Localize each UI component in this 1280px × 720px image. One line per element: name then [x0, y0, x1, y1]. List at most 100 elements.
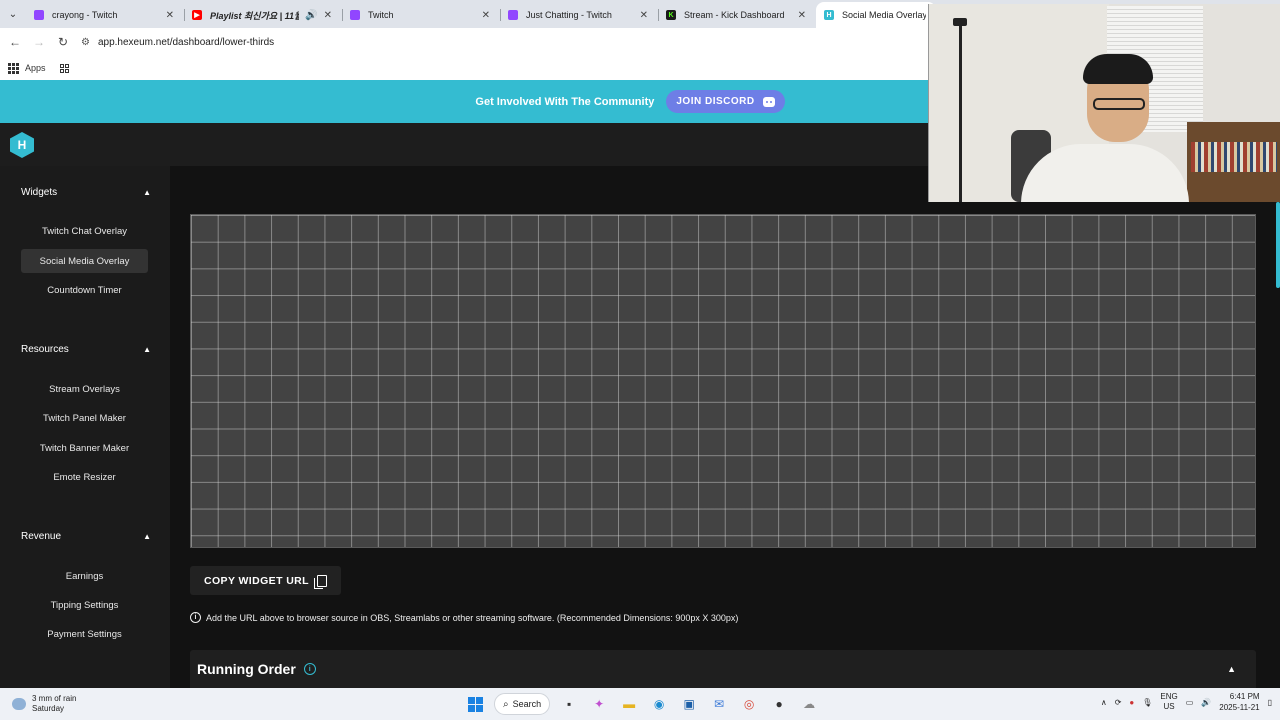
- apps-grid-icon[interactable]: [8, 62, 19, 74]
- weather-day: Saturday: [32, 704, 65, 713]
- hexeum-logo[interactable]: H: [10, 132, 34, 158]
- webcam-feed: [928, 4, 1280, 202]
- running-order-panel[interactable]: Running Order i ▲: [190, 650, 1256, 688]
- taskbar-search[interactable]: ⌕ Search: [494, 693, 551, 715]
- sidebar-item-stream-overlays[interactable]: Stream Overlays: [21, 377, 148, 401]
- file-explorer-icon[interactable]: ▬: [618, 693, 640, 715]
- tab-social-media-overlay[interactable]: H Social Media Overlay: [816, 2, 936, 28]
- chevron-up-icon: ▲: [143, 188, 151, 197]
- hexeum-icon: H: [824, 10, 834, 20]
- webcam-lamp-pole: [959, 24, 962, 202]
- app-tray-icon[interactable]: ●: [1129, 698, 1134, 707]
- apps-bookmark[interactable]: Apps: [25, 63, 46, 73]
- hint-text: Add the URL above to browser source in O…: [206, 612, 739, 623]
- chevron-up-icon[interactable]: ∧: [1101, 698, 1107, 707]
- browser-source-hint: i Add the URL above to browser source in…: [190, 612, 738, 623]
- url-field[interactable]: ⚙ app.hexeum.net/dashboard/lower-thirds: [81, 37, 274, 48]
- system-tray: ∧ ⟳ ● 🎙 ENG US ▭ 🔊 6:41 PM 2025-11-21 ▯: [1101, 691, 1272, 713]
- weather-widget[interactable]: 3 mm of rain Saturday: [12, 694, 76, 714]
- clock[interactable]: 6:41 PM 2025-11-21: [1219, 691, 1259, 713]
- sidebar-item-earnings[interactable]: Earnings: [21, 564, 148, 588]
- tab-title: crayong - Twitch: [52, 10, 118, 20]
- info-icon[interactable]: i: [303, 663, 316, 675]
- webcam-person-hair: [1083, 54, 1153, 84]
- site-info-icon[interactable]: ⚙: [81, 37, 90, 48]
- close-icon[interactable]: ✕: [482, 10, 490, 21]
- tab-twitch[interactable]: Twitch ✕: [342, 2, 500, 28]
- search-label: Search: [512, 699, 542, 709]
- sidebar-item-social-media-overlay[interactable]: Social Media Overlay: [21, 249, 148, 273]
- close-icon[interactable]: ✕: [798, 10, 806, 21]
- close-icon[interactable]: ✕: [166, 10, 174, 21]
- rain-cloud-icon: [12, 698, 26, 710]
- twitch-icon: [34, 10, 44, 20]
- join-discord-label: JOIN DISCORD: [676, 96, 755, 107]
- sidebar-item-twitch-panel-maker[interactable]: Twitch Panel Maker: [21, 406, 148, 430]
- language-code: ENG: [1160, 692, 1178, 701]
- volume-icon[interactable]: 🔊: [1201, 698, 1211, 707]
- twitch-icon: [350, 10, 360, 20]
- scrollbar-thumb[interactable]: [1276, 202, 1280, 288]
- tab-crayong-twitch[interactable]: crayong - Twitch ✕: [26, 2, 184, 28]
- sidebar-item-emote-resizer[interactable]: Emote Resizer: [21, 465, 148, 489]
- tab-title: Playlist 최신가요 | 11월 최: [210, 10, 299, 21]
- weather-summary: 3 mm of rain: [32, 694, 77, 703]
- copy-widget-url-label: COPY WIDGET URL: [204, 574, 309, 587]
- sidebar-item-countdown-timer[interactable]: Countdown Timer: [21, 278, 148, 302]
- chevron-up-icon: ▲: [143, 345, 151, 354]
- copy-widget-url-button[interactable]: COPY WIDGET URL: [190, 566, 341, 595]
- app-icon[interactable]: ☁: [798, 693, 820, 715]
- close-icon[interactable]: ✕: [640, 10, 648, 21]
- tab-groups-icon[interactable]: [59, 63, 69, 73]
- task-view-icon[interactable]: ▪: [558, 693, 580, 715]
- back-arrow-icon[interactable]: ←: [3, 35, 27, 49]
- sidebar-item-tipping-settings[interactable]: Tipping Settings: [21, 593, 148, 617]
- main-content: COPY WIDGET URL i Add the URL above to b…: [170, 166, 1280, 688]
- overlay-preview-canvas[interactable]: [190, 214, 1256, 548]
- store-icon[interactable]: ▣: [678, 693, 700, 715]
- discord-icon: [762, 96, 775, 107]
- chrome-icon[interactable]: ◎: [738, 693, 760, 715]
- copilot-icon[interactable]: ✦: [588, 693, 610, 715]
- twitch-icon: [508, 10, 518, 20]
- section-title: Resources: [21, 344, 69, 355]
- logo-letter: H: [17, 138, 27, 152]
- tab-just-chatting[interactable]: Just Chatting - Twitch ✕: [500, 2, 658, 28]
- section-title: Revenue: [21, 531, 62, 542]
- sidebar-item-twitch-chat-overlay[interactable]: Twitch Chat Overlay: [21, 219, 148, 243]
- speaker-icon[interactable]: 🔊: [305, 10, 317, 21]
- tab-title: Stream - Kick Dashboard: [684, 10, 785, 20]
- region-code: US: [1163, 702, 1175, 711]
- close-icon[interactable]: ✕: [324, 10, 332, 21]
- section-revenue[interactable]: Revenue ▲: [21, 531, 151, 542]
- windows-taskbar: 3 mm of rain Saturday ⌕ Search ▪ ✦ ▬ ◉ ▣ …: [0, 688, 1280, 720]
- copy-icon: [313, 574, 327, 589]
- obs-icon[interactable]: ●: [768, 693, 790, 715]
- notification-icon[interactable]: ▯: [1268, 698, 1272, 707]
- running-order-title: Running Order: [197, 661, 296, 677]
- section-resources[interactable]: Resources ▲: [21, 344, 151, 355]
- windows-start-icon[interactable]: [464, 693, 486, 715]
- chevron-up-icon: ▲: [143, 532, 151, 541]
- chevron-up-icon[interactable]: ▲: [1227, 664, 1236, 674]
- youtube-icon: ▶: [192, 10, 202, 20]
- reload-icon[interactable]: ↻: [51, 35, 75, 49]
- sidebar-item-twitch-banner-maker[interactable]: Twitch Banner Maker: [21, 436, 148, 460]
- section-widgets[interactable]: Widgets ▲: [21, 187, 151, 198]
- microphone-icon[interactable]: 🎙: [1142, 698, 1152, 707]
- tab-playlist-youtube[interactable]: ▶ Playlist 최신가요 | 11월 최 🔊 ✕: [184, 2, 342, 28]
- tab-search-icon[interactable]: ⌄: [0, 0, 26, 28]
- edge-icon[interactable]: ◉: [648, 693, 670, 715]
- forward-arrow-icon[interactable]: →: [27, 35, 51, 49]
- language-indicator[interactable]: ENG US: [1160, 692, 1177, 712]
- tab-title: Social Media Overlay: [842, 10, 926, 20]
- sidebar-item-payment-settings[interactable]: Payment Settings: [21, 622, 148, 646]
- clock-time: 6:41 PM: [1229, 692, 1260, 701]
- tab-title: Just Chatting - Twitch: [526, 10, 612, 20]
- join-discord-button[interactable]: JOIN DISCORD: [666, 90, 785, 113]
- tab-kick-dashboard[interactable]: K Stream - Kick Dashboard ✕: [658, 2, 816, 28]
- sync-icon[interactable]: ⟳: [1115, 698, 1122, 707]
- sidebar: Widgets ▲ Twitch Chat Overlay Social Med…: [0, 166, 170, 688]
- app-icon[interactable]: ✉: [708, 693, 730, 715]
- network-icon[interactable]: ▭: [1186, 698, 1194, 707]
